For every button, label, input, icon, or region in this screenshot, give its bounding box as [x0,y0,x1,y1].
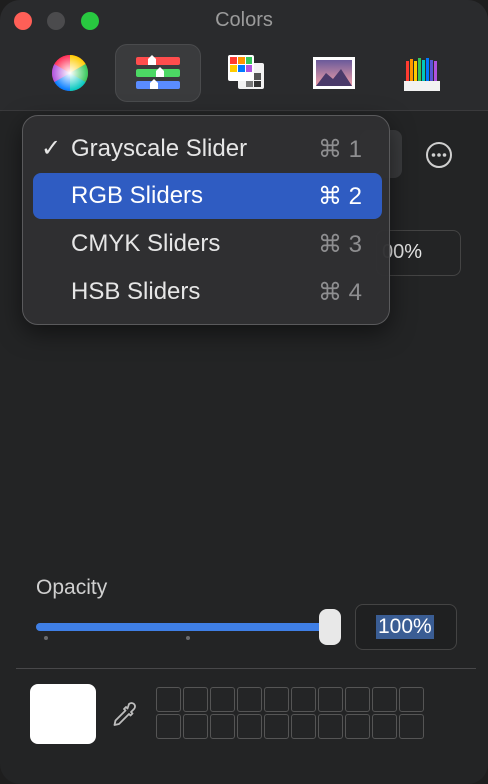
swatch-grid [156,687,424,739]
color-palettes-tool[interactable] [203,44,289,102]
swatch-cell[interactable] [183,687,208,712]
color-wheel-icon [51,54,89,92]
menu-item-rgb[interactable]: RGB Sliders ⌘ 2 [33,173,382,219]
opacity-field[interactable]: 100% [355,604,457,650]
opacity-slider-fill [36,623,332,631]
image-icon [313,57,355,89]
swatch-cell[interactable] [291,714,316,739]
swatch-cell[interactable] [318,714,343,739]
menu-item-label: CMYK Sliders [71,230,221,257]
swatch-cell[interactable] [237,687,262,712]
menu-item-label: HSB Sliders [71,278,201,305]
image-palettes-tool[interactable] [291,44,377,102]
swatch-cell[interactable] [372,714,397,739]
menu-item-hsb[interactable]: HSB Sliders ⌘ 4 [33,269,382,315]
swatch-cell[interactable] [264,687,289,712]
swatch-cell[interactable] [291,687,316,712]
swatch-cell[interactable] [345,687,370,712]
more-options-button[interactable] [424,140,454,170]
eyedropper-icon [113,702,136,726]
slider-tick [44,636,48,640]
title-bar: Colors [0,0,488,111]
slider-mode-menu: ✓ Grayscale Slider ⌘ 1 RGB Sliders ⌘ 2 C… [22,115,390,325]
divider [16,668,476,669]
menu-item-shortcut: ⌘ 3 [317,231,362,258]
swatch-cell[interactable] [210,714,235,739]
swatch-cell[interactable] [372,687,397,712]
swatch-cell[interactable] [237,714,262,739]
swatch-cell[interactable] [156,687,181,712]
swatch-cell[interactable] [264,714,289,739]
menu-item-shortcut: ⌘ 1 [317,136,362,163]
slider-tick [186,636,190,640]
checkmark-icon: ✓ [41,135,62,162]
opacity-slider-thumb[interactable] [319,609,341,645]
sliders-icon [136,55,180,89]
pencils-icon [404,58,440,91]
palettes-icon [228,55,264,89]
color-wheel-tool[interactable] [27,44,113,102]
swatch-cell[interactable] [399,687,424,712]
menu-item-shortcut: ⌘ 2 [317,183,362,210]
menu-item-label: RGB Sliders [71,182,204,209]
swatch-cell[interactable] [399,714,424,739]
opacity-value: 100% [376,615,434,639]
color-sliders-tool[interactable] [115,44,201,102]
swatch-cell[interactable] [345,714,370,739]
colors-window: Colors 00% ✓ Grayscale Slider ⌘ 1 RGB Sl… [0,0,488,784]
eyedropper-button[interactable] [108,700,138,730]
swatch-cell[interactable] [156,714,181,739]
pencils-tool[interactable] [379,44,465,102]
swatch-cell[interactable] [318,687,343,712]
swatch-cell[interactable] [210,687,235,712]
swatch-cell[interactable] [183,714,208,739]
window-title: Colors [215,9,273,31]
menu-item-cmyk[interactable]: CMYK Sliders ⌘ 3 [33,221,382,267]
opacity-slider[interactable] [36,623,334,631]
opacity-label: Opacity [36,576,108,599]
menu-item-grayscale[interactable]: ✓ Grayscale Slider ⌘ 1 [33,126,382,172]
current-color-well[interactable] [30,684,96,744]
ellipsis-circle-icon [426,142,452,168]
menu-item-shortcut: ⌘ 4 [317,279,362,306]
menu-item-label: Grayscale Slider [71,135,248,162]
